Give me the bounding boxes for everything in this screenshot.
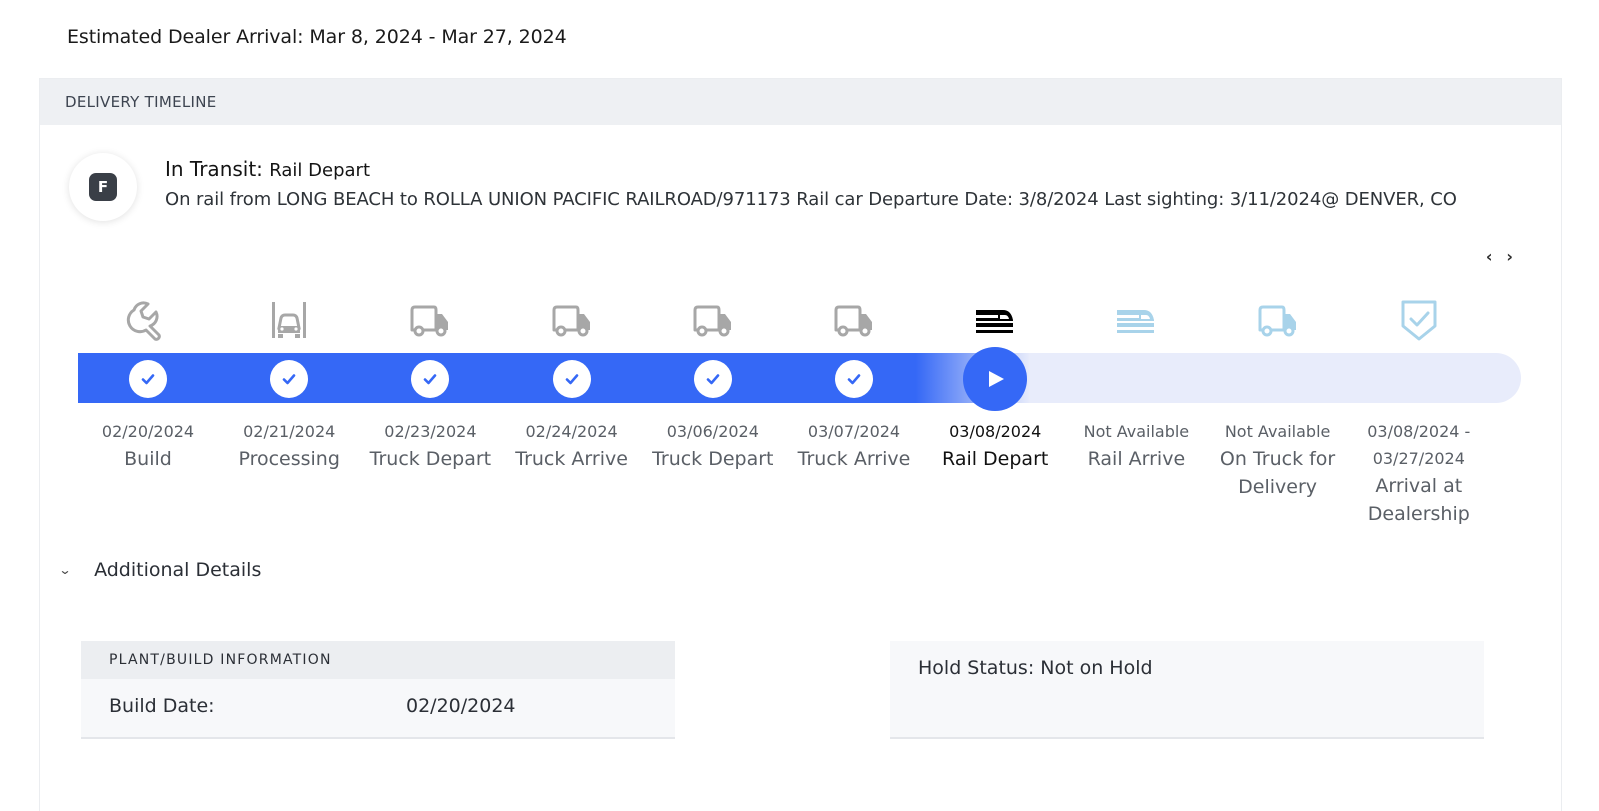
build-date-value: 02/20/2024 <box>406 695 516 717</box>
plant-build-header: PLANT/BUILD INFORMATION <box>81 641 675 679</box>
stage-name: Arrival at Dealership <box>1367 475 1470 525</box>
train-icon <box>1111 295 1161 345</box>
stage-date: 02/20/2024 <box>101 422 195 441</box>
truck-icon <box>1253 295 1303 345</box>
wrench-icon <box>123 295 173 345</box>
stage-name: Processing <box>238 448 340 470</box>
stage-date: 02/23/2024 <box>384 422 477 441</box>
check-icon <box>693 360 732 398</box>
chevron-down-icon: ⌄ <box>58 563 72 577</box>
delivery-timeline-card: DELIVERY TIMELINE F In Transit: Rail Dep… <box>39 78 1562 811</box>
stage-date: 03/07/2024 <box>807 422 901 441</box>
stage-name: Truck Arrive <box>515 448 628 470</box>
timeline-stage: 03/07/2024 Truck Arrive <box>784 418 924 473</box>
truck-icon <box>547 295 597 345</box>
chevron-left-icon[interactable]: ‹ <box>1486 247 1493 266</box>
stage-date: 03/06/2024 <box>666 422 759 441</box>
truck-icon <box>829 295 879 345</box>
timeline-stage: 02/21/2024 Processing <box>219 418 359 473</box>
stage-name: Rail Depart <box>942 448 1049 470</box>
build-date-row: Build Date: 02/20/2024 <box>109 695 649 717</box>
factory-vehicle-icon <box>264 295 314 345</box>
additional-details-toggle[interactable]: ⌄ Additional Details <box>58 559 262 581</box>
stage-icons-row <box>78 295 1518 345</box>
timeline-stage: 03/06/2024 Truck Depart <box>643 418 783 473</box>
stage-name: Truck Depart <box>369 448 492 470</box>
stage-date: 03/08/2024 <box>949 422 1042 441</box>
check-icon <box>129 360 167 398</box>
stage-name: On Truck for Delivery <box>1219 448 1336 498</box>
timeline-stage: 03/08/2024 Rail Depart <box>925 418 1065 473</box>
check-icon <box>270 360 309 398</box>
timeline-nav: ‹ › <box>1486 247 1513 266</box>
estimated-dealer-arrival: Estimated Dealer Arrival: Mar 8, 2024 - … <box>67 26 567 48</box>
status-sublabel: Rail Depart <box>269 160 370 181</box>
status-badge: F <box>89 173 117 201</box>
stage-name: Truck Depart <box>652 448 774 470</box>
stage-date: 03/08/2024 - 03/27/2024 <box>1367 422 1471 468</box>
build-date-label: Build Date: <box>109 695 215 717</box>
truck-icon <box>405 295 455 345</box>
stage-name: Truck Arrive <box>797 448 911 470</box>
status-avatar: F <box>69 153 137 221</box>
chevron-right-icon[interactable]: › <box>1506 247 1513 266</box>
delivery-timeline-header: DELIVERY TIMELINE <box>40 79 1561 125</box>
timeline-stage: 02/24/2024 Truck Arrive <box>502 418 642 473</box>
status-description: On rail from LONG BEACH to ROLLA UNION P… <box>165 189 1457 210</box>
check-icon <box>835 360 873 398</box>
train-icon <box>970 295 1020 345</box>
shield-check-icon <box>1394 295 1444 345</box>
timeline-stage: 02/20/2024 Build <box>78 418 218 473</box>
check-icon <box>552 360 591 398</box>
hold-status-panel: Hold Status: Not on Hold <box>890 641 1484 739</box>
status-title: In Transit: Rail Depart <box>165 157 370 181</box>
timeline-stage: Not Available Rail Arrive <box>1066 418 1206 473</box>
plant-build-panel: PLANT/BUILD INFORMATION Build Date: 02/2… <box>81 641 675 739</box>
timeline-stage: 02/23/2024 Truck Depart <box>360 418 500 473</box>
stage-name: Build <box>124 448 172 470</box>
timeline-stage: 03/08/2024 - 03/27/2024 Arrival at Dealer… <box>1349 418 1489 528</box>
stage-date: 02/21/2024 <box>243 422 336 441</box>
hold-status-text: Hold Status: Not on Hold <box>918 657 1153 679</box>
timeline-stage: Not Available On Truck for Delivery <box>1208 418 1348 501</box>
stage-date: 02/24/2024 <box>525 422 618 441</box>
stage-date: Not Available <box>1224 422 1331 441</box>
additional-details-label: Additional Details <box>94 559 262 581</box>
truck-icon <box>688 295 738 345</box>
stage-date: Not Available <box>1083 422 1190 441</box>
play-icon <box>963 347 1028 411</box>
status-label: In Transit: <box>165 157 263 181</box>
stage-name: Rail Arrive <box>1087 448 1186 470</box>
